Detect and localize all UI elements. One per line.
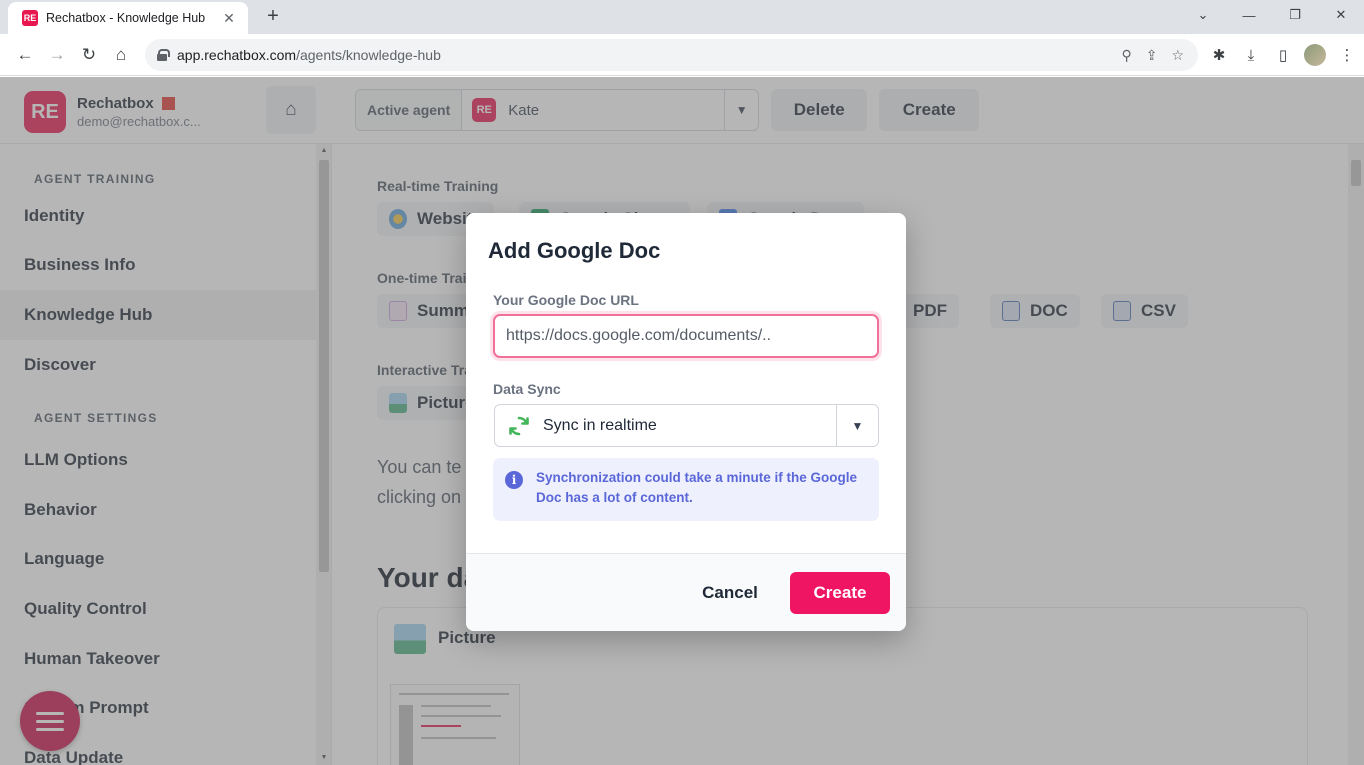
url-path: /agents/knowledge-hub	[296, 47, 441, 63]
data-sync-label: Data Sync	[493, 381, 561, 397]
share-icon[interactable]: ⇪	[1146, 47, 1158, 64]
window-controls: ⌄ — ❐ ✕	[1180, 0, 1364, 30]
rechatbox-favicon-icon: RE	[22, 10, 38, 26]
sync-icon	[509, 416, 529, 435]
extensions-icon[interactable]: ✱	[1208, 43, 1230, 67]
url-text[interactable]: app.rechatbox.com/agents/knowledge-hub	[177, 47, 1121, 63]
sync-info-text: Synchronization could take a minute if t…	[536, 470, 858, 505]
chevron-down-icon[interactable]: ▼	[836, 405, 878, 446]
profile-avatar[interactable]	[1304, 44, 1326, 66]
cancel-button[interactable]: Cancel	[688, 572, 772, 614]
browser-menu-icon[interactable]: ⋮	[1336, 43, 1358, 67]
address-bar[interactable]: app.rechatbox.com/agents/knowledge-hub ⚲…	[145, 39, 1198, 71]
reload-icon[interactable]: ↻	[77, 43, 101, 67]
minimize-icon[interactable]: —	[1226, 0, 1272, 30]
back-icon[interactable]: ←	[13, 43, 37, 67]
url-host: app.rechatbox.com	[177, 47, 297, 63]
sync-info-alert: i Synchronization could take a minute if…	[493, 458, 879, 521]
lock-icon[interactable]	[157, 49, 170, 61]
info-icon: i	[505, 471, 523, 489]
window-close-icon[interactable]: ✕	[1318, 0, 1364, 30]
tab-close-icon[interactable]: ✕	[220, 10, 238, 27]
data-sync-select[interactable]: Sync in realtime ▼	[494, 404, 879, 447]
restore-icon[interactable]: ❐	[1272, 0, 1318, 30]
google-doc-url-label: Your Google Doc URL	[493, 292, 639, 308]
side-panel-icon[interactable]: ▯	[1272, 43, 1294, 67]
home-icon[interactable]: ⌂	[109, 43, 133, 67]
modal-title: Add Google Doc	[488, 238, 661, 263]
modal-footer: Cancel Create	[466, 553, 906, 631]
browser-toolbar: ← → ↻ ⌂ app.rechatbox.com/agents/knowled…	[0, 34, 1364, 76]
browser-tab[interactable]: RE Rechatbox - Knowledge Hub ✕	[8, 2, 248, 34]
browser-tab-strip: RE Rechatbox - Knowledge Hub ✕ + ⌄ — ❐ ✕	[0, 0, 1364, 34]
zoom-icon[interactable]: ⚲	[1121, 47, 1131, 64]
tab-title: Rechatbox - Knowledge Hub	[46, 11, 206, 25]
create-button[interactable]: Create	[790, 572, 890, 614]
add-google-doc-modal: Add Google Doc Your Google Doc URL Data …	[466, 213, 906, 631]
new-tab-icon[interactable]: +	[262, 5, 284, 27]
download-icon[interactable]: ⤓	[1240, 43, 1262, 67]
data-sync-value: Sync in realtime	[543, 416, 657, 434]
google-doc-url-input[interactable]	[493, 314, 879, 358]
tab-search-icon[interactable]: ⌄	[1180, 0, 1226, 30]
bookmark-star-icon[interactable]: ☆	[1171, 47, 1184, 64]
forward-icon[interactable]: →	[45, 43, 69, 67]
